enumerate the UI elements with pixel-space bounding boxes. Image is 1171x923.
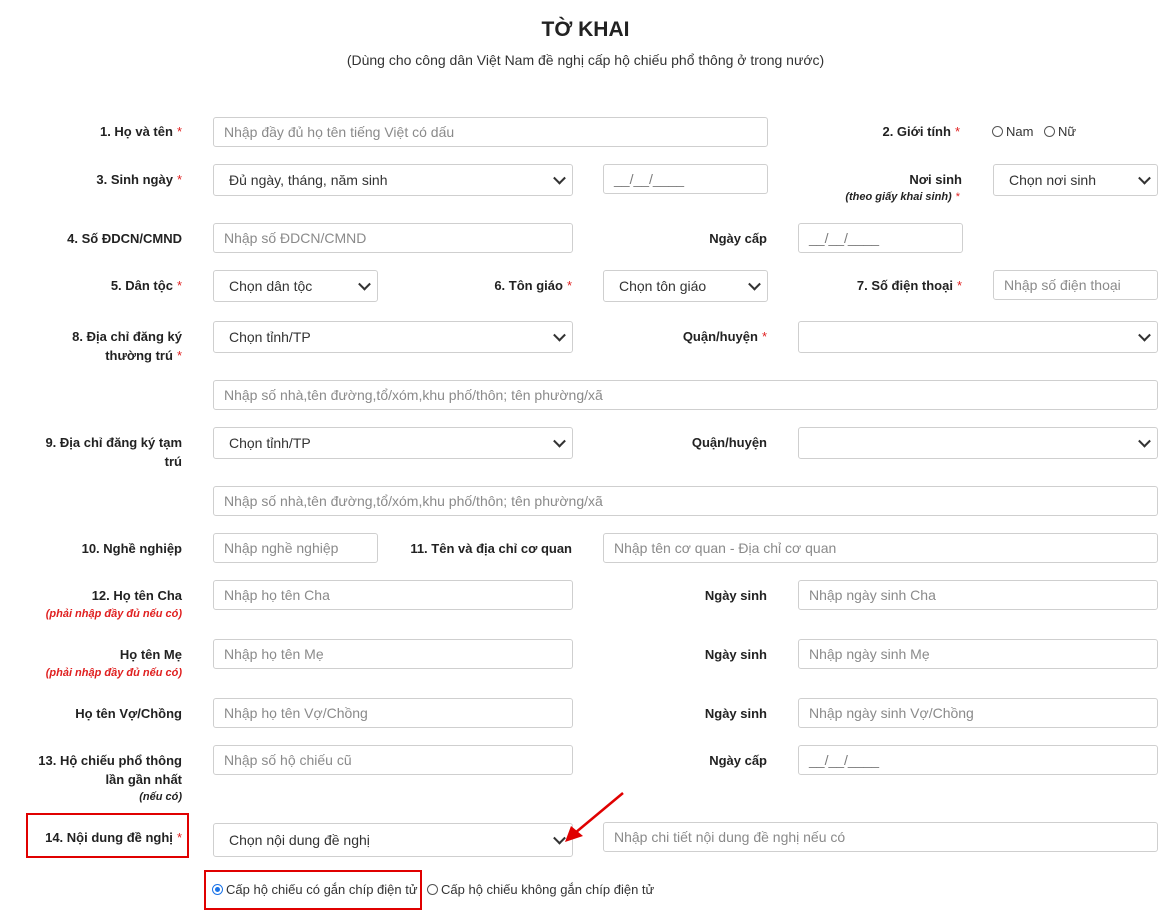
last-passport-hint: (nếu có) xyxy=(139,791,182,803)
gender-label: 2. Giới tính * xyxy=(882,124,960,139)
issue-date-label: Ngày cấp xyxy=(709,231,767,246)
temporary-district-select[interactable] xyxy=(798,427,1158,459)
chevron-down-icon xyxy=(1138,171,1151,185)
permanent-district-select[interactable] xyxy=(798,321,1158,353)
issue-date-input[interactable]: __/__/____ xyxy=(798,223,963,253)
phone-input[interactable]: Nhập số điện thoại xyxy=(993,270,1158,300)
full-name-label: 1. Họ và tên * xyxy=(99,124,182,139)
last-passport-issue-label: Ngày cấp xyxy=(709,753,767,768)
arrow-annotation-icon xyxy=(565,792,624,842)
chevron-down-icon xyxy=(1138,328,1151,342)
chevron-down-icon xyxy=(553,434,566,448)
chevron-down-icon xyxy=(553,171,566,185)
id-number-input[interactable]: Nhập số ĐDCN/CMND xyxy=(213,223,573,253)
father-name-label: 12. Họ tên Cha xyxy=(91,588,182,603)
phone-label: 7. Số điện thoại * xyxy=(856,278,962,293)
mother-dob-label: Ngày sinh xyxy=(704,647,767,662)
ethnicity-select[interactable]: Chọn dân tộc xyxy=(213,270,378,302)
temporary-province-select[interactable]: Chọn tỉnh/TP xyxy=(213,427,573,459)
radio-icon xyxy=(1044,126,1055,137)
gender-male-radio[interactable]: Nam xyxy=(992,124,1033,139)
ethnicity-label: 5. Dân tộc * xyxy=(110,278,182,293)
gender-female-radio[interactable]: Nữ xyxy=(1044,124,1076,139)
request-label: 14. Nội dung đề nghị * xyxy=(45,830,182,845)
radio-icon xyxy=(992,126,1003,137)
religion-select[interactable]: Chọn tôn giáo xyxy=(603,270,768,302)
request-select[interactable]: Chọn nội dung đề nghị xyxy=(213,823,573,857)
id-number-label: 4. Số ĐDCN/CMND xyxy=(67,231,182,246)
permanent-district-label: Quận/huyện * xyxy=(682,329,767,344)
father-name-input[interactable]: Nhập họ tên Cha xyxy=(213,580,573,610)
spouse-dob-label: Ngày sinh xyxy=(704,706,767,721)
spouse-dob-input[interactable]: Nhập ngày sinh Vợ/Chồng xyxy=(798,698,1158,728)
dob-select[interactable]: Đủ ngày, tháng, năm sinh xyxy=(213,164,573,196)
birthplace-label: Nơi sinh xyxy=(909,172,962,187)
permanent-street-input[interactable]: Nhập số nhà,tên đường,tổ/xóm,khu phố/thô… xyxy=(213,380,1158,410)
radio-icon xyxy=(427,884,438,895)
chevron-down-icon xyxy=(1138,434,1151,448)
request-chip-radio[interactable]: Cấp hộ chiếu có gắn chíp điện tử xyxy=(212,882,418,897)
page-subtitle: (Dùng cho công dân Việt Nam đề nghị cấp … xyxy=(346,52,825,68)
temporary-district-label: Quận/huyện xyxy=(691,435,767,450)
temporary-street-input[interactable]: Nhập số nhà,tên đường,tổ/xóm,khu phố/thô… xyxy=(213,486,1158,516)
radio-checked-icon xyxy=(212,884,223,895)
workplace-label: 11. Tên và địa chỉ cơ quan xyxy=(410,541,572,556)
religion-label: 6. Tôn giáo * xyxy=(494,278,572,293)
spouse-name-input[interactable]: Nhập họ tên Vợ/Chồng xyxy=(213,698,573,728)
permanent-address-label: 8. Địa chỉ đăng ký thường trú * xyxy=(72,329,182,363)
birthplace-select[interactable]: Chọn nơi sinh xyxy=(993,164,1158,196)
father-dob-input[interactable]: Nhập ngày sinh Cha xyxy=(798,580,1158,610)
request-no-chip-radio[interactable]: Cấp hộ chiếu không gắn chíp điện tử xyxy=(427,882,654,897)
chevron-down-icon xyxy=(358,277,371,291)
dob-label: 3. Sinh ngày * xyxy=(96,172,182,187)
temporary-address-label: 9. Địa chỉ đăng ký tạm trú xyxy=(45,435,182,469)
dob-date-input[interactable]: __/__/____ xyxy=(603,164,768,194)
father-dob-label: Ngày sinh xyxy=(704,588,767,603)
workplace-input[interactable]: Nhập tên cơ quan - Địa chỉ cơ quan xyxy=(603,533,1158,563)
chevron-down-icon xyxy=(748,277,761,291)
mother-dob-input[interactable]: Nhập ngày sinh Mẹ xyxy=(798,639,1158,669)
chevron-down-icon xyxy=(553,328,566,342)
father-hint: (phải nhập đầy đủ nếu có) xyxy=(45,608,182,620)
permanent-province-select[interactable]: Chọn tỉnh/TP xyxy=(213,321,573,353)
request-detail-input[interactable]: Nhập chi tiết nội dung đề nghị nếu có xyxy=(603,822,1158,852)
last-passport-label: 13. Hộ chiếu phổ thông lần gần nhất xyxy=(38,753,182,787)
page-title: TỜ KHAI xyxy=(541,18,630,41)
mother-hint: (phải nhập đầy đủ nếu có) xyxy=(45,667,182,679)
mother-name-input[interactable]: Nhập họ tên Mẹ xyxy=(213,639,573,669)
spouse-name-label: Họ tên Vợ/Chồng xyxy=(75,706,182,721)
mother-name-label: Họ tên Mẹ xyxy=(119,647,182,662)
full-name-input[interactable]: Nhập đầy đủ họ tên tiếng Việt có dấu xyxy=(213,117,768,147)
last-passport-issue-input[interactable]: __/__/____ xyxy=(798,745,1158,775)
birthplace-hint: (theo giấy khai sinh) * xyxy=(845,191,960,203)
occupation-label: 10. Nghề nghiệp xyxy=(81,541,182,556)
occupation-input[interactable]: Nhập nghề nghiệp xyxy=(213,533,378,563)
last-passport-input[interactable]: Nhập số hộ chiếu cũ xyxy=(213,745,573,775)
